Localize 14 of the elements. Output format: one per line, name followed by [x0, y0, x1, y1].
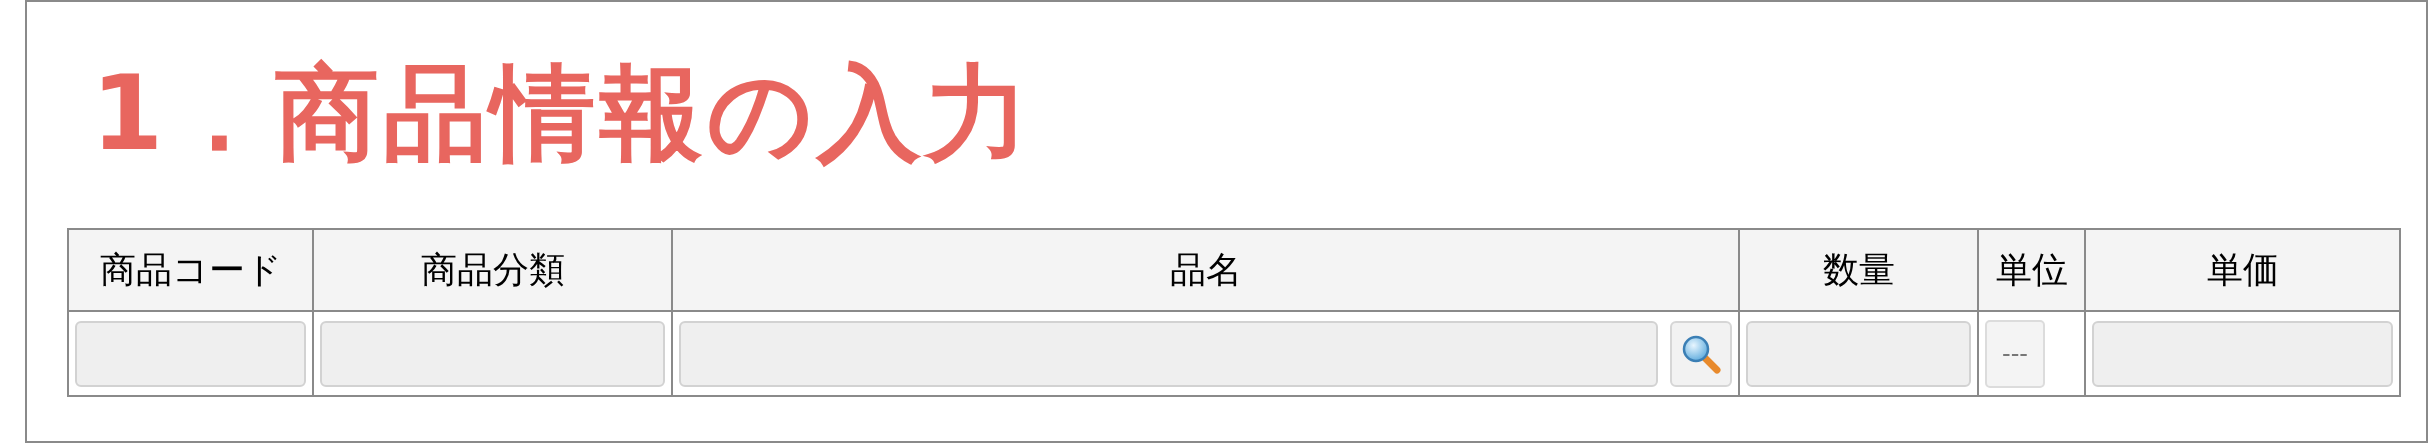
search-button[interactable]: [1670, 320, 1732, 387]
column-header: 商品分類: [313, 229, 672, 311]
unit-select[interactable]: ---: [1985, 319, 2045, 388]
column-header: 品名: [672, 229, 1739, 311]
column-header: 数量: [1739, 229, 1978, 311]
column-header: 単位: [1978, 229, 2085, 311]
input-field[interactable]: [320, 320, 665, 387]
section-heading: 1．商品情報の入力: [91, 51, 1035, 176]
input-field[interactable]: [2092, 320, 2393, 387]
column-header: 商品コード: [68, 229, 313, 311]
input-field[interactable]: [1746, 320, 1971, 387]
input-field[interactable]: [679, 320, 1658, 387]
column-header: 単価: [2085, 229, 2400, 311]
input-field[interactable]: [75, 320, 306, 387]
